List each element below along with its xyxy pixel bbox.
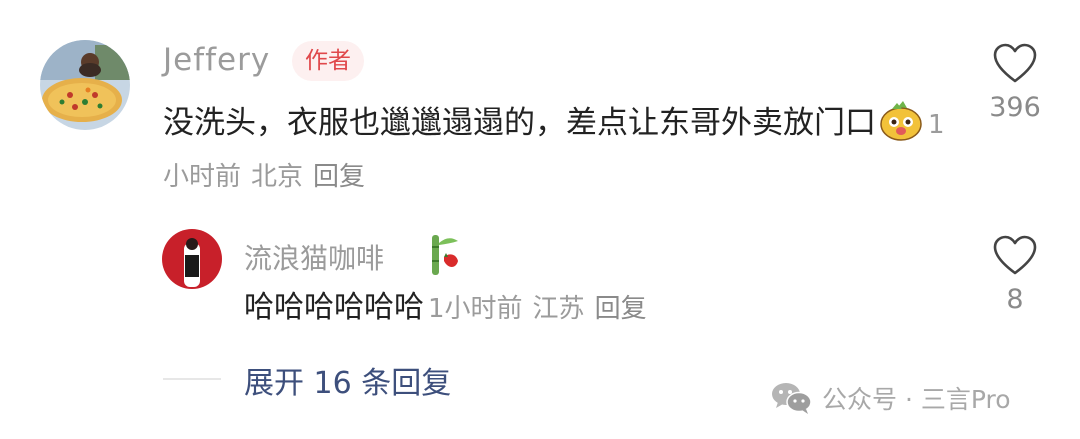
- heart-icon[interactable]: [992, 234, 1038, 276]
- heart-icon[interactable]: [992, 42, 1038, 84]
- reply-like-button[interactable]: 8: [970, 234, 1060, 315]
- watermark: 公众号 · 三言Pro: [770, 378, 1011, 418]
- comment-username[interactable]: Jeffery: [163, 42, 270, 78]
- reply-meta: 1小时前 江苏 回复: [428, 294, 657, 324]
- reply-username[interactable]: 流浪猫咖啡: [244, 237, 384, 277]
- author-badge: 作者: [292, 41, 364, 81]
- reply-like-count: 8: [1006, 284, 1024, 315]
- person-red-avatar-image: [162, 229, 222, 289]
- expand-replies-button[interactable]: 展开 16 条回复: [244, 358, 451, 402]
- comment-text: 没洗头，衣服也邋邋遢遢的，差点让东哥外卖放门口 1小时前 北京 回复: [163, 98, 953, 202]
- like-count: 396: [989, 92, 1041, 123]
- bamboo-pepper-icon: [432, 235, 458, 275]
- avatar[interactable]: [40, 40, 130, 130]
- comment-location: 北京: [251, 162, 304, 192]
- dog-face-emoji-icon: [880, 101, 922, 141]
- reply-avatar[interactable]: [162, 229, 222, 289]
- reply-location: 江苏: [532, 294, 585, 324]
- reply-text-line: 哈哈哈哈哈哈 1小时前 江苏 回复: [244, 286, 657, 331]
- comment-body: 没洗头，衣服也邋邋遢遢的，差点让东哥外卖放门口: [163, 105, 876, 141]
- reply-body: 哈哈哈哈哈哈: [244, 290, 424, 325]
- like-button[interactable]: 396: [970, 42, 1060, 123]
- expand-divider: [163, 378, 221, 380]
- reply-button[interactable]: 回复: [313, 162, 365, 192]
- pizza-avatar-image: [40, 40, 130, 130]
- reply-time: 1小时前: [428, 294, 523, 324]
- watermark-text: 公众号 · 三言Pro: [822, 385, 1011, 414]
- reply-reply-button[interactable]: 回复: [595, 294, 647, 324]
- wechat-icon: [772, 383, 812, 414]
